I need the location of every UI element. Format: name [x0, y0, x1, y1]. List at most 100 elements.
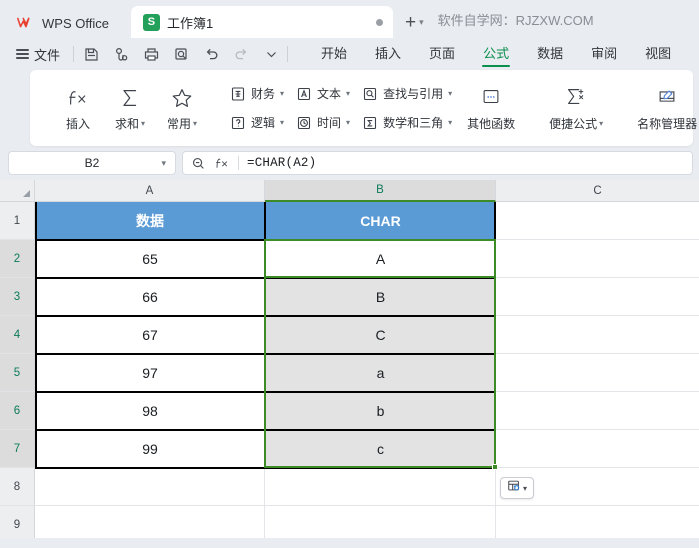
select-all-corner-icon[interactable]: [0, 180, 35, 202]
math-icon: [362, 115, 378, 131]
row-header-1[interactable]: 1: [0, 202, 35, 240]
chevron-down-icon[interactable]: ▾: [346, 118, 350, 127]
column-header-row: A B C: [0, 180, 699, 202]
tab-shitu[interactable]: 视图: [631, 39, 685, 69]
table-row: 66 B: [35, 278, 699, 316]
cell-b3[interactable]: B: [265, 278, 496, 316]
tab-gongshi[interactable]: 公式: [469, 39, 523, 69]
cell-a5[interactable]: 97: [35, 354, 265, 392]
plus-icon[interactable]: +: [405, 13, 416, 32]
print-preview-icon[interactable]: [173, 46, 190, 63]
logical-functions-button[interactable]: 逻辑 ▾: [224, 111, 290, 135]
cell-a6[interactable]: 98: [35, 392, 265, 430]
cell-a3[interactable]: 66: [35, 278, 265, 316]
row-header-5[interactable]: 5: [0, 354, 35, 392]
name-manager-button[interactable]: 名称管理器: [628, 77, 699, 139]
tab-yemian[interactable]: 页面: [415, 39, 469, 69]
finance-functions-button[interactable]: 财务 ▾: [224, 82, 290, 106]
datetime-functions-button[interactable]: 时间 ▾: [290, 111, 356, 135]
cell-b1[interactable]: CHAR: [265, 202, 496, 240]
cell-c7[interactable]: [496, 430, 699, 468]
cell-c1[interactable]: [496, 202, 699, 240]
redo-icon[interactable]: [233, 46, 250, 63]
tab-kaishi[interactable]: 开始: [307, 39, 361, 69]
qat-more-icon[interactable]: [263, 46, 280, 63]
lookup-functions-button[interactable]: 查找与引用 ▾: [356, 82, 458, 106]
common-functions-button[interactable]: 常用 ▾: [156, 77, 208, 139]
fill-handle[interactable]: [492, 464, 498, 470]
math-functions-button[interactable]: 数学和三角 ▾: [356, 111, 458, 135]
row-header-6[interactable]: 6: [0, 392, 35, 430]
row-header-9[interactable]: 9: [0, 506, 35, 538]
formula-input[interactable]: =CHAR(A2): [247, 156, 316, 170]
cell-c6[interactable]: [496, 392, 699, 430]
cell-a2[interactable]: 65: [35, 240, 265, 278]
chevron-down-icon[interactable]: ▾: [280, 118, 284, 127]
wps-w-logo-icon: [16, 15, 36, 31]
cell-b2[interactable]: A: [265, 240, 496, 278]
column-header-c[interactable]: C: [496, 180, 699, 202]
column-header-a[interactable]: A: [35, 180, 265, 202]
table-row: 65 A: [35, 240, 699, 278]
column-header-b[interactable]: B: [265, 180, 496, 202]
undo-icon[interactable]: [203, 46, 220, 63]
autosum-button[interactable]: 求和 ▾: [104, 77, 156, 139]
cell-a4[interactable]: 67: [35, 316, 265, 354]
text-functions-button[interactable]: 文本 ▾: [290, 82, 356, 106]
cell-b9[interactable]: [265, 506, 496, 538]
chevron-down-icon[interactable]: ▾: [346, 89, 350, 98]
cell-c3[interactable]: [496, 278, 699, 316]
row-header-2[interactable]: 2: [0, 240, 35, 278]
other-functions-label: 其他函数: [467, 117, 516, 131]
hamburger-menu-icon[interactable]: [16, 47, 29, 62]
print-icon[interactable]: [143, 46, 160, 63]
other-functions-button[interactable]: 其他函数: [458, 77, 524, 139]
name-box[interactable]: B2 ▾: [8, 151, 176, 175]
chevron-down-icon[interactable]: ▾: [141, 119, 145, 128]
fx-icon[interactable]: [214, 155, 230, 171]
cell-c5[interactable]: [496, 354, 699, 392]
menu-bar: 文件 开始 插入 页面 公式 数据 审阅 视图: [0, 38, 699, 70]
file-menu-label: 文件: [34, 47, 61, 63]
wps-office-brand[interactable]: WPS Office: [8, 8, 121, 38]
row-header-3[interactable]: 3: [0, 278, 35, 316]
chevron-down-icon[interactable]: ▾: [419, 17, 424, 28]
chevron-down-icon[interactable]: ▾: [280, 89, 284, 98]
cell-b7[interactable]: c: [265, 430, 496, 468]
share-icon[interactable]: [113, 46, 130, 63]
chevron-down-icon[interactable]: ▾: [193, 119, 197, 128]
row-header-7[interactable]: 7: [0, 430, 35, 468]
cell-a8[interactable]: [35, 468, 265, 506]
insert-function-label: 插入: [65, 116, 90, 131]
magnifier-minus-icon[interactable]: [191, 156, 206, 171]
save-icon[interactable]: [83, 46, 100, 63]
cell-b5[interactable]: a: [265, 354, 496, 392]
document-tab[interactable]: S 工作簿1: [130, 6, 393, 38]
finance-icon: [230, 86, 246, 102]
chevron-down-icon[interactable]: ▾: [448, 89, 452, 98]
new-tab-button[interactable]: + ▾: [405, 13, 424, 32]
insert-function-button[interactable]: 插入: [52, 77, 104, 139]
cell-a7[interactable]: 99: [35, 430, 265, 468]
tab-charu[interactable]: 插入: [361, 39, 415, 69]
convenient-formula-button[interactable]: 便捷公式 ▾: [540, 77, 612, 139]
tab-shuju[interactable]: 数据: [523, 39, 577, 69]
chevron-down-icon[interactable]: ▾: [523, 484, 527, 493]
cell-a9[interactable]: [35, 506, 265, 538]
row-header-4[interactable]: 4: [0, 316, 35, 354]
cell-c9[interactable]: [496, 506, 699, 538]
file-menu-button[interactable]: 文件: [10, 45, 66, 64]
row-header-8[interactable]: 8: [0, 468, 35, 506]
cell-c4[interactable]: [496, 316, 699, 354]
chevron-down-icon[interactable]: ▾: [161, 158, 166, 169]
cell-b6[interactable]: b: [265, 392, 496, 430]
autofill-options-button[interactable]: ▾: [500, 477, 534, 499]
cell-c2[interactable]: [496, 240, 699, 278]
cell-b8[interactable]: [265, 468, 496, 506]
cell-b4[interactable]: C: [265, 316, 496, 354]
chevron-down-icon[interactable]: ▾: [448, 118, 452, 127]
chevron-down-icon[interactable]: ▾: [599, 119, 603, 128]
tab-shenyue[interactable]: 审阅: [577, 39, 631, 69]
cell-a1[interactable]: 数据: [35, 202, 265, 240]
formula-input-wrapper[interactable]: =CHAR(A2): [182, 151, 693, 175]
